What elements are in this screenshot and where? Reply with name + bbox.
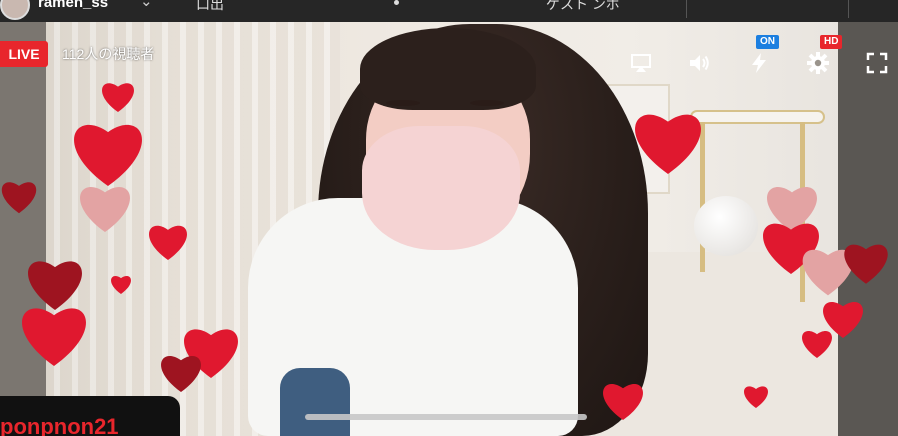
heart-icon [110, 274, 132, 294]
viewer-count: 112人の視聴者 [62, 46, 155, 62]
channel-avatar[interactable] [0, 0, 30, 20]
left-edge-shadow [0, 22, 46, 436]
top-bar-partial-left: 口出 [196, 0, 224, 12]
top-bar: ramen_ss ⌄ 口出 ゲスト ンボ [0, 0, 898, 22]
orb-lamp [694, 196, 758, 256]
heart-icon [800, 328, 834, 358]
comment-username-chip[interactable]: ponpnon21 [0, 396, 180, 436]
face-mask [362, 126, 520, 250]
lightning-on-badge: ON [756, 35, 779, 49]
divider [848, 0, 849, 18]
comment-username: ponpnon21 [0, 414, 119, 436]
heart-icon [70, 118, 146, 186]
streamer-eye [386, 100, 420, 106]
heart-icon [76, 182, 134, 232]
chevron-down-icon[interactable]: ⌄ [140, 0, 153, 10]
more-dot-icon[interactable] [394, 0, 399, 5]
heart-icon [146, 222, 190, 260]
volume-icon[interactable] [686, 50, 712, 76]
heart-icon [18, 302, 90, 366]
streamer-eye [470, 100, 504, 106]
lightning-icon[interactable] [746, 50, 772, 76]
live-video-player[interactable]: LIVE 112人の視聴者 ON HD ponpnon21 [0, 22, 898, 436]
heart-icon [842, 240, 890, 284]
channel-name[interactable]: ramen_ss [38, 0, 108, 11]
hd-quality-badge: HD [820, 35, 843, 49]
heart-icon [158, 352, 204, 392]
heart-icon [100, 80, 136, 112]
heart-icon [600, 380, 646, 420]
heart-icon [742, 384, 770, 408]
gear-icon[interactable] [805, 50, 831, 76]
live-badge: LIVE [0, 41, 48, 67]
airplay-icon[interactable] [628, 50, 654, 76]
heart-icon [630, 108, 706, 174]
divider [686, 0, 687, 18]
right-edge-shadow [838, 22, 898, 436]
fullscreen-icon[interactable] [864, 50, 890, 76]
top-bar-partial-right: ゲスト ンボ [546, 0, 620, 12]
home-indicator[interactable] [305, 414, 587, 420]
heart-icon [0, 178, 38, 214]
streamer-jeans [280, 368, 350, 436]
streamer-bangs [360, 28, 536, 110]
